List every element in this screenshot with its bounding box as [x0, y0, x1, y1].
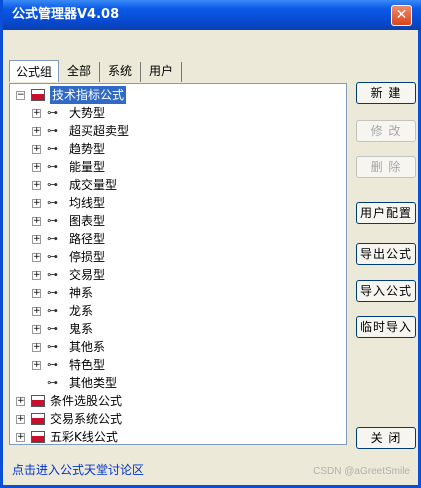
expand-icon[interactable]: +	[16, 396, 25, 406]
import-formula-button[interactable]: 导入公式	[356, 280, 416, 302]
forum-link[interactable]: 点击进入公式天堂讨论区	[12, 461, 144, 478]
watermark-text: CSDN @aGreetSmile	[313, 466, 410, 477]
expand-icon[interactable]: +	[32, 342, 41, 352]
tab-bar: 公式组 全部 系统 用户	[9, 60, 183, 83]
temp-import-button[interactable]: 临时导入	[356, 316, 416, 338]
close-icon[interactable]: ✕	[391, 5, 412, 26]
key-icon: ⊶	[47, 214, 58, 227]
tree-item[interactable]: + ⊶ 能量型	[32, 158, 105, 176]
tree-group-item[interactable]: + 五彩K线公式	[16, 428, 118, 444]
close-button[interactable]: 关 闭	[356, 427, 416, 449]
tree-item[interactable]: + ⊶ 图表型	[32, 212, 105, 230]
expand-icon[interactable]: +	[32, 324, 41, 334]
tree-root-item[interactable]: − 技术指标公式	[16, 86, 127, 104]
tab-system[interactable]: 系统	[100, 62, 142, 82]
tree-item[interactable]: + ⊶ 龙系	[32, 302, 93, 320]
tab-user[interactable]: 用户	[141, 62, 183, 82]
key-icon: ⊶	[47, 142, 58, 155]
key-icon: ⊶	[47, 124, 58, 137]
folder-icon	[31, 413, 45, 425]
key-icon: ⊶	[47, 322, 58, 335]
formula-manager-window: 公式管理器V4.08 ✕ 公式组 全部 系统 用户 − 技术指标公式 + ⊶ 大势型…	[0, 0, 421, 488]
tab-formula-group[interactable]: 公式组	[9, 60, 60, 82]
key-icon: ⊶	[47, 376, 58, 389]
key-icon: ⊶	[47, 250, 58, 263]
key-icon: ⊶	[47, 286, 58, 299]
edit-button[interactable]: 修 改	[356, 120, 416, 142]
tree-item[interactable]: + ⊶ 停损型	[32, 248, 105, 266]
expand-icon[interactable]: +	[32, 252, 41, 262]
key-icon: ⊶	[47, 304, 58, 317]
folder-icon	[31, 89, 45, 101]
tree-item[interactable]: + ⊶ 趋势型	[32, 140, 105, 158]
expand-icon[interactable]: +	[32, 144, 41, 154]
delete-button[interactable]: 删 除	[356, 156, 416, 178]
key-icon: ⊶	[47, 196, 58, 209]
formula-tree[interactable]: − 技术指标公式 + ⊶ 大势型 + ⊶ 超买超卖型 + ⊶ 趋势型 + ⊶ 能量型 + ⊶ 成交量…	[9, 83, 347, 445]
tree-item[interactable]: + ⊶ 其他系	[32, 338, 105, 356]
expand-icon[interactable]: +	[32, 360, 41, 370]
tree-item[interactable]: + ⊶ 特色型	[32, 356, 105, 374]
tree-group-item[interactable]: + 条件选股公式	[16, 392, 122, 410]
tree-item[interactable]: + ⊶ 鬼系	[32, 320, 93, 338]
folder-icon	[31, 395, 45, 407]
collapse-icon[interactable]: −	[16, 90, 25, 100]
title-bar[interactable]: 公式管理器V4.08	[3, 0, 421, 30]
key-icon: ⊶	[47, 268, 58, 281]
tab-all[interactable]: 全部	[59, 62, 101, 82]
tree-item[interactable]: + ⊶ 均线型	[32, 194, 105, 212]
key-icon: ⊶	[47, 106, 58, 119]
window-title: 公式管理器V4.08	[12, 7, 120, 22]
key-icon: ⊶	[47, 178, 58, 191]
new-button[interactable]: 新 建	[356, 82, 416, 104]
tree-item[interactable]: + ⊶ 交易型	[32, 266, 105, 284]
key-icon: ⊶	[47, 160, 58, 173]
expand-icon[interactable]: +	[32, 198, 41, 208]
expand-icon[interactable]: +	[32, 234, 41, 244]
expand-icon[interactable]: +	[32, 108, 41, 118]
expand-icon[interactable]: +	[32, 216, 41, 226]
expand-icon[interactable]: +	[32, 306, 41, 316]
key-icon: ⊶	[47, 340, 58, 353]
expand-icon[interactable]: +	[32, 126, 41, 136]
tree-item[interactable]: + ⊶ 大势型	[32, 104, 105, 122]
expand-icon[interactable]: +	[32, 270, 41, 280]
user-config-button[interactable]: 用户配置	[356, 202, 416, 224]
tree-root-label: 技术指标公式	[50, 86, 127, 104]
expand-icon[interactable]: +	[16, 414, 25, 424]
export-formula-button[interactable]: 导出公式	[356, 243, 416, 265]
tree-item[interactable]: + ⊶ 路径型	[32, 230, 105, 248]
folder-icon	[31, 431, 45, 443]
tree-item[interactable]: + ⊶ 超买超卖型	[32, 122, 129, 140]
expand-icon[interactable]: +	[32, 162, 41, 172]
expand-icon[interactable]: +	[32, 288, 41, 298]
expand-icon[interactable]: +	[32, 180, 41, 190]
tree-item[interactable]: + ⊶ 神系	[32, 284, 93, 302]
tree-item[interactable]: ⊶ 其他类型	[47, 374, 117, 392]
tree-group-item[interactable]: + 交易系统公式	[16, 410, 122, 428]
tree-item[interactable]: + ⊶ 成交量型	[32, 176, 117, 194]
key-icon: ⊶	[47, 232, 58, 245]
key-icon: ⊶	[47, 358, 58, 371]
expand-icon[interactable]: +	[16, 432, 25, 442]
